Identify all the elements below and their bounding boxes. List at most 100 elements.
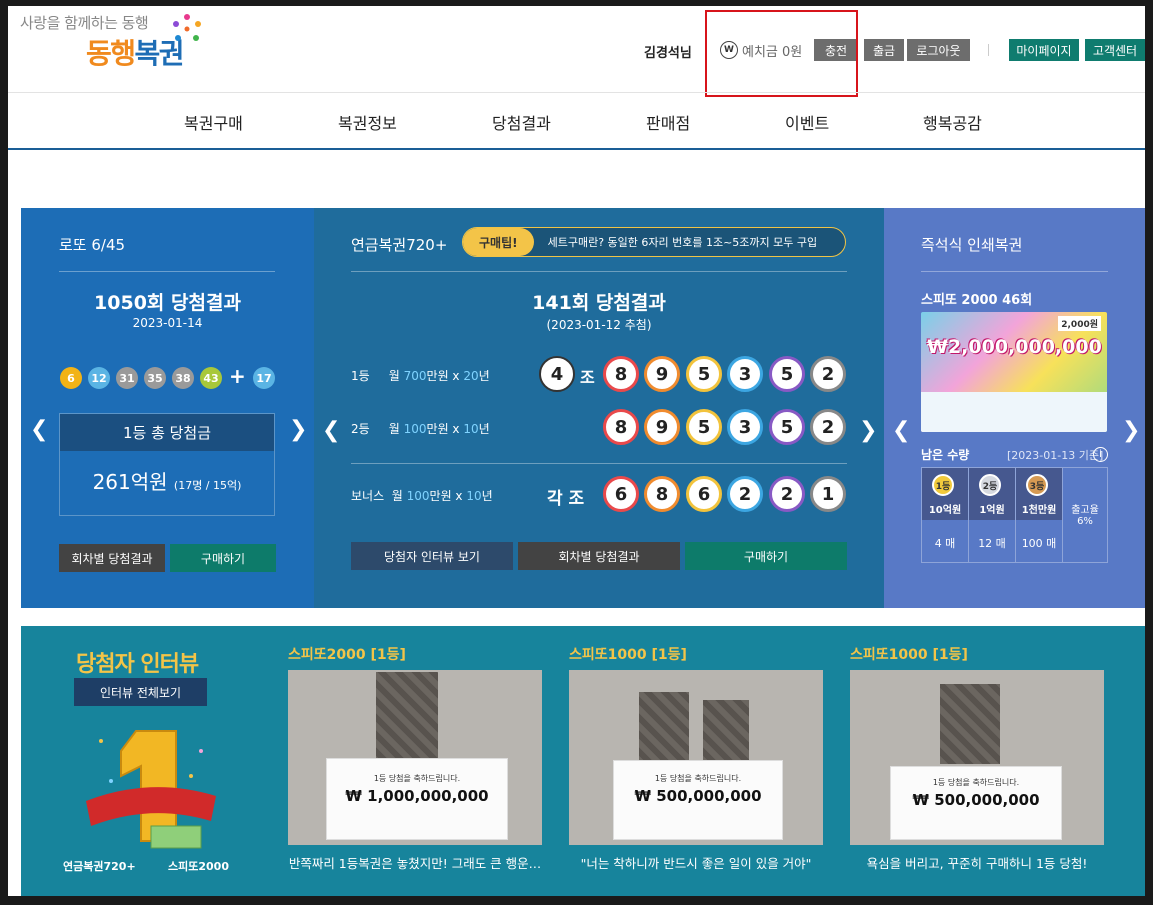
board-line: 1등 당첨을 축하드립니다. [654,774,742,783]
nav-item-stores[interactable]: 판매점 [646,110,690,134]
interview-all-button[interactable]: 인터뷰 전체보기 [74,678,207,706]
tier-prize: 10억원 [928,505,962,516]
nav-item-results[interactable]: 당첨결과 [492,110,551,134]
divider [351,271,847,272]
nav-item-buy[interactable]: 복권구매 [184,110,243,134]
support-button[interactable]: 고객센터 [1085,39,1145,61]
pension-round-date: (2023-01-12 추첨) [546,318,652,332]
rank-amount: 700 [403,369,427,383]
rank-mid: 만원 x [426,369,464,383]
ticket-price: 2,000원 [1058,316,1101,331]
chevron-right-icon[interactable]: ❯ [859,418,877,443]
lotto-round-title: 1050회 당첨결과 [94,292,241,314]
pension-tip: 구매팁! 세트구매란? 동일한 6자리 번호를 1조~5조까지 모두 구입 [462,227,846,257]
pension-ball: 9 [644,356,680,392]
pension-ball: 8 [603,356,639,392]
ticket-scratch-area [921,392,1107,432]
interview-card[interactable]: 스피또1000 [1등] 1등 당첨을 축하드립니다. ₩ 500,000,00… [569,644,823,884]
username: 김경석님 [644,46,692,61]
stock-date: [2023-01-13 기준] [1007,449,1104,462]
speetto-ticket-image[interactable]: 2,000원 ₩2,000,000,000 [921,312,1107,432]
rank-name: 1등 [351,369,370,383]
rank-name: 2등 [351,422,370,436]
board-amount: ₩ 500,000,000 [912,791,1040,809]
tip-text: 세트구매란? 동일한 6자리 번호를 1조~5조까지 모두 구입 [547,236,818,249]
trophy-one-icon [86,730,216,849]
rank-pre: 월 [388,422,404,436]
pension-ball: 5 [686,409,722,445]
rank-post: 년 [478,422,490,436]
info-icon[interactable]: i [1093,447,1108,462]
user-bar: 김경석님 W 예치금 0원 충전 출금 로그아웃 마이페이지 고객센터 [8,38,1145,62]
card-title: 스피또1000 [1등] [569,647,687,663]
pension-ball: 9 [644,409,680,445]
nav-item-community[interactable]: 행복공감 [923,110,982,134]
chevron-left-icon[interactable]: ❮ [322,418,340,443]
rank-amount: 100 [403,422,427,436]
card-title: 스피또2000 [1등] [288,647,406,663]
tier-prize: 1억원 [979,505,1005,516]
pension-round-title: 141회 당첨결과 [532,292,666,314]
lotto-history-button[interactable]: 회차별 당첨결과 [59,544,165,572]
gold-medal-icon: 1등 [932,474,954,496]
board-amount: ₩ 1,000,000,000 [345,787,489,805]
pension-title: 연금복권720+ [351,236,448,254]
prize-board: 1등 당첨을 축하드립니다. ₩ 500,000,000 [613,760,783,840]
stock-rate: 출고율 6% [1063,468,1107,562]
pension-ball: 6 [686,476,722,512]
rank-mid: 만원 x [426,422,464,436]
pension-history-button[interactable]: 회차별 당첨결과 [518,542,680,570]
lotto-ball: 43 [200,367,222,389]
instant-panel: 즉석식 인쇄복권 스피또 2000 46회 2,000원 ₩2,000,000,… [884,208,1145,608]
logo-slogan: 사랑을 함께하는 동행 [20,14,149,32]
prize-amount-value: 261억원 [92,470,168,494]
rank-pre: 월 [388,369,404,383]
tier-count: 100 매 [1021,537,1057,550]
rank-name: 보너스 [351,489,385,503]
prize-board: 1등 당첨을 축하드립니다. ₩ 500,000,000 [890,766,1062,840]
tier-count: 4 매 [934,537,956,550]
board-amount: ₩ 500,000,000 [634,787,762,805]
rank2-label: 2등 월 100만원 x 10년 [351,420,490,437]
blurred-person [376,672,438,764]
lotto-ball: 12 [88,367,110,389]
lotto-ball: 31 [116,367,138,389]
instant-title: 즉석식 인쇄복권 [921,236,1023,254]
pension-buy-button[interactable]: 구매하기 [685,542,847,570]
prize-detail: (17명 / 15억) [173,479,242,492]
card-caption: 반쪽짜리 1등복권은 놓쳤지만! 그래도 큰 행운… [288,856,542,871]
chevron-left-icon[interactable]: ❮ [30,417,48,442]
main-nav: 복권구매 복권정보 당첨결과 판매점 이벤트 행복공감 [8,92,1145,150]
site-header: 사랑을 함께하는 동행 동행복권 김경석님 W 예치금 0원 충전 출금 로그아… [8,6,1145,97]
silver-medal-icon: 2등 [979,474,1001,496]
header-divider [988,44,989,56]
card-title: 스피또1000 [1등] [850,647,968,663]
pension-ball: 3 [727,409,763,445]
board-line: 1등 당첨을 축하드립니다. [373,774,461,783]
speetto-logo: 스피또2000 [168,860,229,873]
interview-card[interactable]: 스피또1000 [1등] 1등 당첨을 축하드립니다. ₩ 500,000,00… [850,644,1104,884]
nav-item-events[interactable]: 이벤트 [785,110,829,134]
mypage-button[interactable]: 마이페이지 [1009,39,1079,61]
ticket-title: 스피또 2000 46회 [921,293,1033,308]
interview-button[interactable]: 당첨자 인터뷰 보기 [351,542,513,570]
stock-tier: 1등 10억원 4 매 [922,468,969,562]
tier-count: 12 매 [978,537,1006,550]
nav-item-info[interactable]: 복권정보 [338,110,397,134]
chevron-left-icon[interactable]: ❮ [892,418,910,443]
rank-years: 10 [463,422,479,436]
logout-button[interactable]: 로그아웃 [907,39,970,61]
chevron-right-icon[interactable]: ❯ [289,417,307,442]
interview-card[interactable]: 스피또2000 [1등] 1등 당첨을 축하드립니다. ₩ 1,000,000,… [288,644,542,884]
withdraw-button[interactable]: 출금 [864,39,904,61]
lotto-panel: 로또 6/45 1050회 당첨결과 2023-01-14 6 12 31 35… [21,208,314,608]
pension-logo: 연금복권720+ [63,860,136,873]
winner-photo: 1등 당첨을 축하드립니다. ₩ 500,000,000 [850,670,1104,845]
rate-label: 출고율 [1071,505,1099,516]
card-caption: "너는 착하니까 반드시 좋은 일이 있을 거야" [580,856,812,871]
lotto-buy-button[interactable]: 구매하기 [170,544,276,572]
prize-head: 1등 총 당첨금 [60,414,274,451]
interview-banner: 당첨자 인터뷰 인터뷰 전체보기 연금복권720+ 스피또2000 [21,626,276,896]
chevron-right-icon[interactable]: ❯ [1122,418,1140,443]
ticket-amount: ₩2,000,000,000 [927,336,1102,358]
